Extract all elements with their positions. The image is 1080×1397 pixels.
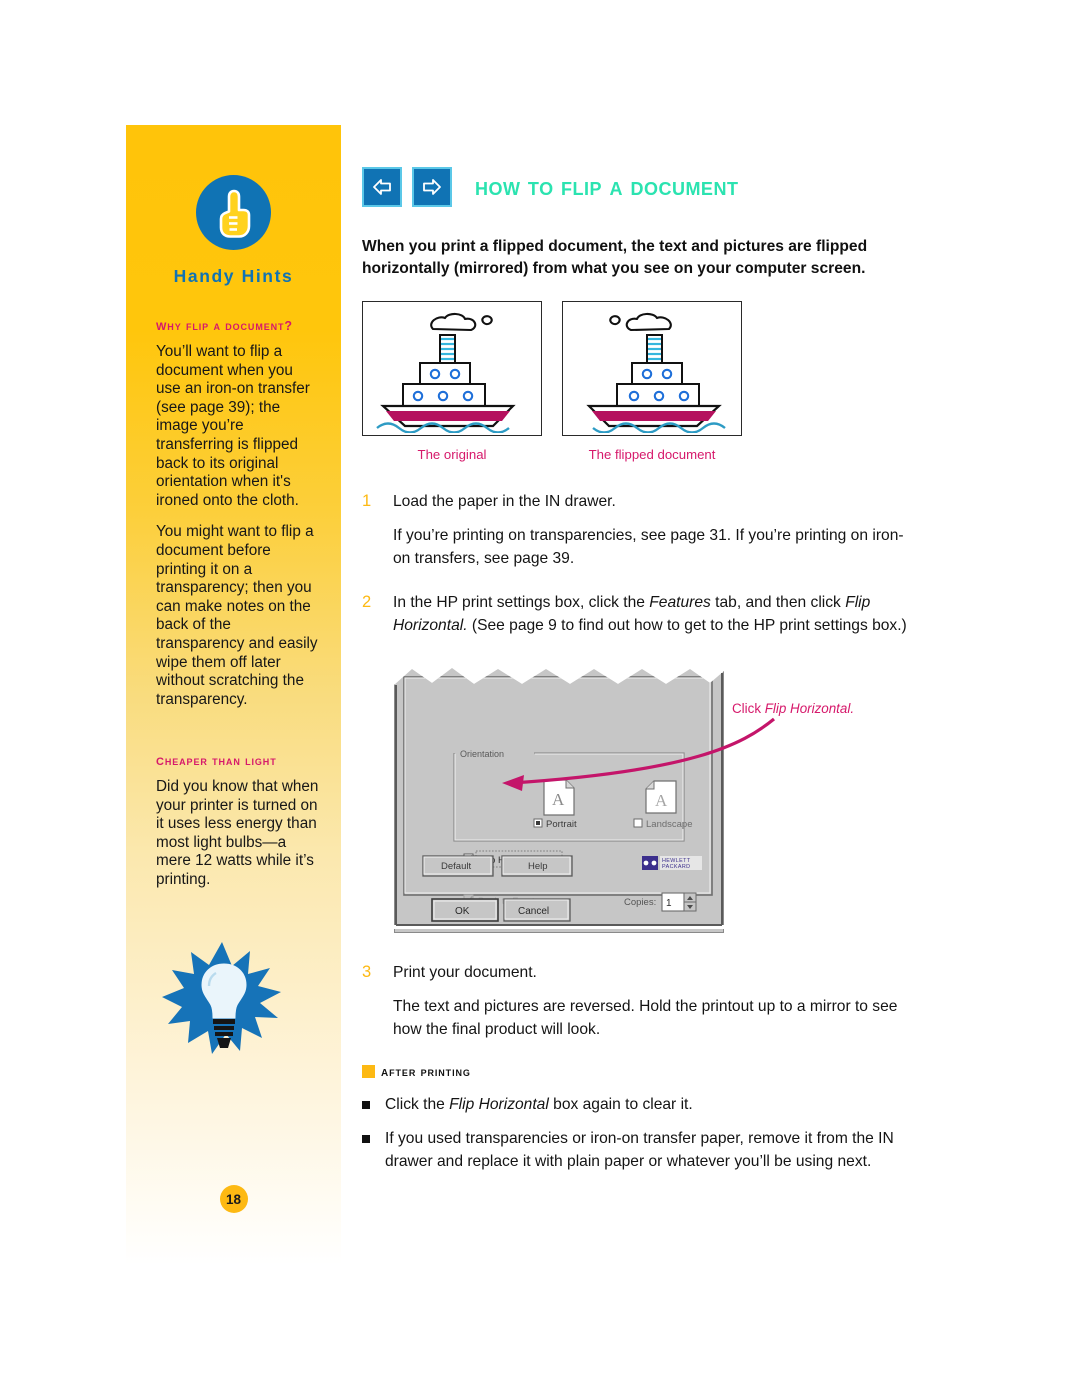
svg-text:Copies:: Copies: (624, 897, 656, 908)
list-item-text: If you used transparencies or iron-on tr… (385, 1130, 894, 1170)
step-text-mid: tab, and then click (710, 594, 846, 611)
figure-flipped: The flipped document (562, 301, 742, 462)
step-2: 2 In the HP print settings box, click th… (362, 591, 918, 637)
hint-body: Did you know that when your printer is t… (156, 778, 321, 890)
intro-paragraph: When you print a flipped document, the t… (362, 238, 868, 277)
step-text: Print your document. (393, 964, 537, 981)
svg-text:A: A (655, 791, 668, 810)
step-text-pre: In the HP print settings box, click the (393, 594, 650, 611)
lightbulb-icon (160, 940, 290, 1065)
handy-hints-badge: Handy Hints (126, 175, 341, 287)
hint-cheaper-than-light: Cheaper than light Did you know that whe… (156, 753, 321, 903)
page-number: 18 (219, 1185, 248, 1213)
step-text: In the HP print settings box, click the … (393, 591, 918, 637)
dialog-screenshot-figure: Orientation A Portrait A Landscape Copie… (362, 663, 918, 933)
svg-text:Landscape: Landscape (646, 819, 692, 830)
step-text-post: (See page 9 to find out how to get to th… (467, 617, 907, 634)
steamship-illustration (362, 301, 542, 436)
hp-print-settings-dialog: Orientation A Portrait A Landscape Copie… (394, 663, 724, 933)
arrow-left-icon[interactable] (362, 167, 402, 207)
svg-text:OK: OK (455, 906, 470, 917)
svg-text:Orientation: Orientation (460, 749, 504, 759)
handy-hints-sidebar: Handy Hints Why flip a document? You’ll … (126, 125, 341, 1265)
hint-heading: Cheaper than light (156, 752, 277, 769)
svg-text:Default: Default (441, 861, 471, 872)
procedure-steps: 1 Load the paper in the IN drawer. If yo… (362, 490, 918, 637)
procedure-steps-cont: 3 Print your document. The text and pict… (362, 961, 918, 1041)
square-bullet-icon (362, 1064, 375, 1078)
page-title: How to Flip a Document (475, 172, 739, 201)
step-3-detail: The text and pictures are reversed. Hold… (393, 998, 898, 1038)
after-printing-list: Click the Flip Horizontal box again to c… (362, 1093, 918, 1173)
svg-text:Help: Help (528, 861, 548, 872)
after-printing-header: After Printing (362, 1063, 918, 1079)
svg-text:A: A (552, 790, 565, 809)
figure-caption: The original (417, 447, 487, 462)
svg-text:PACKARD: PACKARD (662, 864, 690, 870)
hint-heading: Why flip a document? (156, 317, 293, 334)
step-number: 2 (362, 593, 372, 611)
step-text-emphasis: Features (649, 594, 711, 611)
list-text-pre: Click the (385, 1096, 450, 1113)
svg-text:Cancel: Cancel (518, 906, 549, 917)
svg-text:1: 1 (666, 898, 672, 909)
hint-paragraph: You might want to flip a document before… (156, 523, 318, 708)
figure-caption: The flipped document (588, 447, 716, 462)
hint-paragraph: Did you know that when your printer is t… (156, 778, 319, 888)
list-item-text: Click the Flip Horizontal box again to c… (385, 1093, 693, 1116)
bullet-icon (362, 1093, 385, 1116)
list-item: If you used transparencies or iron-on tr… (362, 1127, 918, 1173)
step-number: 1 (362, 492, 372, 510)
list-text-post: box again to clear it. (548, 1096, 693, 1113)
arrow-right-icon[interactable] (412, 167, 452, 207)
callout-label: Click Flip Horizontal. (732, 701, 854, 716)
figure-original: The original (362, 301, 542, 462)
callout-text: Click (732, 701, 765, 716)
bullet-icon (362, 1127, 385, 1173)
step-3: 3 Print your document. (362, 961, 918, 984)
step-number: 3 (362, 963, 372, 981)
main-content: How to Flip a Document When you print a … (362, 160, 918, 1184)
hint-why-flip: Why flip a document? You’ll want to flip… (156, 318, 321, 722)
callout-emphasis: Flip Horizontal. (764, 701, 855, 716)
svg-text:Portrait: Portrait (546, 819, 577, 830)
steamship-illustration-mirrored (562, 301, 742, 436)
list-item: Click the Flip Horizontal box again to c… (362, 1093, 918, 1116)
page-header: How to Flip a Document (362, 160, 918, 214)
step-text: Load the paper in the IN drawer. (393, 493, 616, 510)
after-printing-label: After Printing (381, 1063, 471, 1079)
step-1-detail: If you’re printing on transparencies, se… (393, 527, 904, 567)
hint-body: You’ll want to flip a document when you … (156, 343, 321, 709)
figure-group: The original The flipped document (362, 301, 918, 462)
list-text-emphasis: Flip Horizontal (449, 1096, 549, 1113)
pointing-finger-icon (196, 175, 271, 250)
step-1: 1 Load the paper in the IN drawer. (362, 490, 918, 513)
hint-paragraph: You’ll want to flip a document when you … (156, 343, 310, 509)
handy-hints-title: Handy Hints (173, 266, 294, 286)
